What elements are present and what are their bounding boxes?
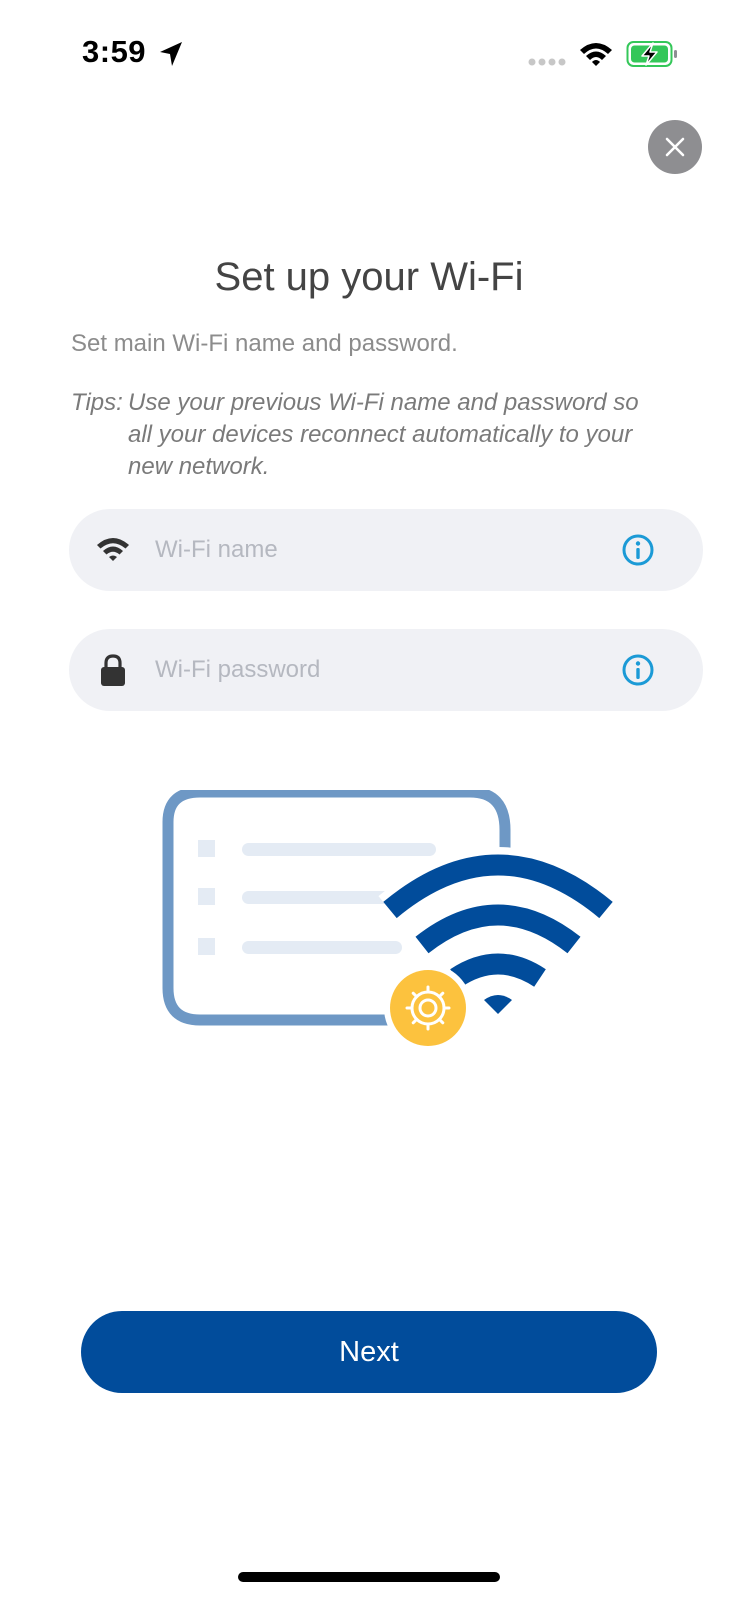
next-button[interactable]: Next <box>81 1311 657 1393</box>
home-indicator <box>238 1572 500 1582</box>
wifi-icon <box>97 538 129 561</box>
status-time: 3:59 <box>82 34 147 69</box>
close-button[interactable] <box>648 120 702 174</box>
location-arrow-icon <box>160 42 182 66</box>
wifi-password-input[interactable] <box>155 629 595 711</box>
lock-icon <box>101 654 125 686</box>
info-icon[interactable] <box>621 653 655 687</box>
tips-body: Use your previous Wi-Fi name and passwor… <box>128 389 639 480</box>
battery-charging-icon <box>626 41 677 67</box>
wifi-icon <box>580 43 612 66</box>
close-icon <box>665 137 685 157</box>
wifi-setup-screen: 3:59 Set up your Wi-Fi Set main Wi-Fi na… <box>0 0 738 1600</box>
tips-prefix: Tips: <box>71 389 123 416</box>
wifi-password-field[interactable] <box>69 629 703 711</box>
info-icon[interactable] <box>621 533 655 567</box>
gear-icon <box>384 964 472 1052</box>
wifi-name-field[interactable] <box>69 509 703 591</box>
wifi-setup-illustration <box>162 790 618 1052</box>
wifi-name-input[interactable] <box>155 509 595 591</box>
tips-text: Tips: Use your previous Wi-Fi name and p… <box>71 387 661 483</box>
signal-dots-icon <box>528 58 566 66</box>
page-title: Set up your Wi-Fi <box>214 255 524 299</box>
subtitle-text: Set main Wi-Fi name and password. <box>71 330 458 357</box>
